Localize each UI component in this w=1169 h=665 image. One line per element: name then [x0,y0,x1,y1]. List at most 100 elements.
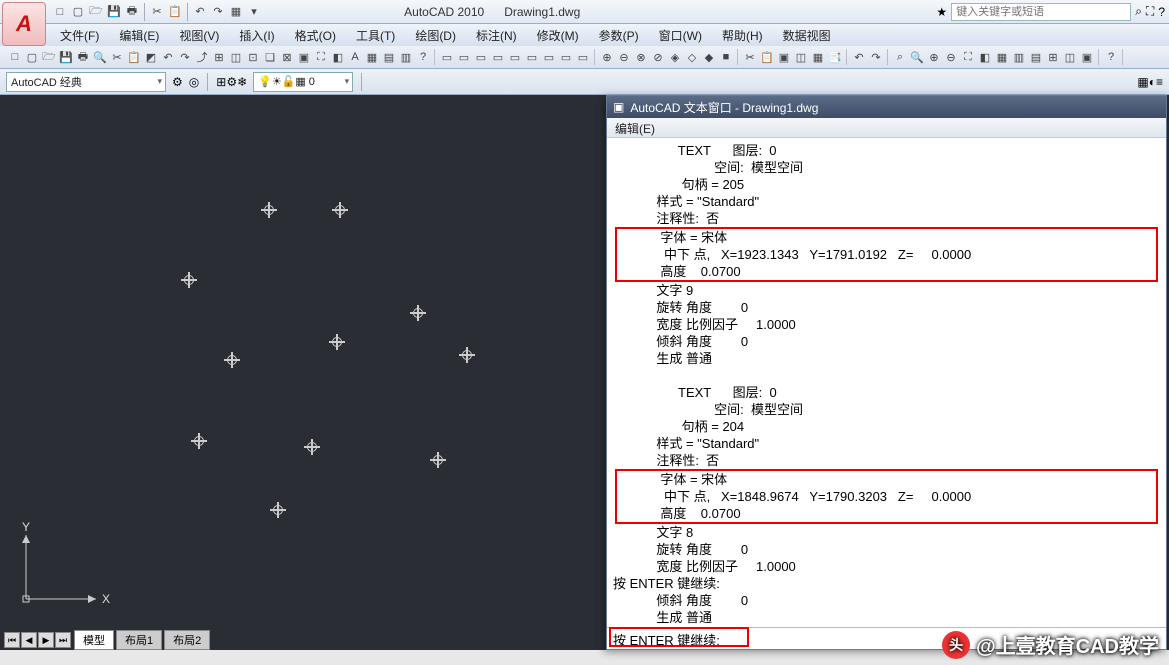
tab-model[interactable]: 模型 [74,630,114,650]
toolbar-r2f-8-icon[interactable]: ▤ [1028,49,1044,65]
workspace-combo[interactable]: AutoCAD 经典 [6,72,166,92]
toolbar-r2a-10-icon[interactable]: ↷ [177,49,193,65]
layer-tool-0-icon[interactable]: ⊞ [216,75,226,89]
toolbar-r2c-1-icon[interactable]: ⊖ [616,49,632,65]
qat-save-icon[interactable]: 💾 [106,4,122,20]
menu-dataview[interactable]: 数据视图 [773,24,841,47]
toolbar-r2f-2-icon[interactable]: ⊕ [926,49,942,65]
menu-dimension[interactable]: 标注(N) [466,24,527,47]
props-tool-2-icon[interactable]: ≡ [1156,75,1163,89]
qat-paste-icon[interactable]: 📋 [167,4,183,20]
toolbar-r2f-11-icon[interactable]: ▣ [1079,49,1095,65]
toolbar-r2a-17-icon[interactable]: ▣ [296,49,312,65]
tab-next-icon[interactable]: ▶ [38,632,54,648]
menu-help[interactable]: 帮助(H) [712,24,773,47]
text-window-body[interactable]: TEXT 图层: 0 空间: 模型空间 句柄 = 205 样式 = "Stand… [607,138,1166,627]
toolbar-r2b-7-icon[interactable]: ▭ [558,49,574,65]
layer-tool-2-icon[interactable]: ❄ [237,75,247,89]
qat-sheet-icon[interactable]: ▢ [70,4,86,20]
toolbar-r2a-24-icon[interactable]: ? [415,49,431,65]
toolbar-r2a-19-icon[interactable]: ◧ [330,49,346,65]
toolbar-r2f-10-icon[interactable]: ◫ [1062,49,1078,65]
toolbar-r2a-16-icon[interactable]: ⊠ [279,49,295,65]
toolbar-r2c-2-icon[interactable]: ⊗ [633,49,649,65]
text-window-titlebar[interactable]: ▣ AutoCAD 文本窗口 - Drawing1.dwg [607,96,1166,118]
menu-view[interactable]: 视图(V) [169,24,229,47]
menu-file[interactable]: 文件(F) [50,24,109,47]
qat-print-icon[interactable]: 🖶 [124,4,140,20]
qat-new-icon[interactable]: □ [52,4,68,20]
toolbar-r2c-3-icon[interactable]: ⊘ [650,49,666,65]
infocenter-icon[interactable]: ★ [936,5,947,19]
toolbar-r2a-7-icon[interactable]: 📋 [126,49,142,65]
qat-cut-icon[interactable]: ✂ [149,4,165,20]
search-input[interactable] [951,3,1131,21]
menu-insert[interactable]: 插入(I) [229,24,284,47]
toolbar-r2f-7-icon[interactable]: ▥ [1011,49,1027,65]
toolbar-r2d-1-icon[interactable]: 📋 [759,49,775,65]
toolbar-r2a-3-icon[interactable]: 💾 [58,49,74,65]
toolbar-r2c-5-icon[interactable]: ◇ [684,49,700,65]
toolbar-r2f-5-icon[interactable]: ◧ [977,49,993,65]
toolbar-r2d-0-icon[interactable]: ✂ [742,49,758,65]
toolbar-r2f-6-icon[interactable]: ▦ [994,49,1010,65]
toolbar-r2a-8-icon[interactable]: ◩ [143,49,159,65]
toolbar-r2a-20-icon[interactable]: A [347,49,363,65]
toolbar-r2a-22-icon[interactable]: ▤ [381,49,397,65]
toolbar-r2a-6-icon[interactable]: ✂ [109,49,125,65]
menu-format[interactable]: 格式(O) [285,24,346,47]
toolbar-r2a-12-icon[interactable]: ⊞ [211,49,227,65]
toolbar-r2a-13-icon[interactable]: ◫ [228,49,244,65]
toolbar-r2b-0-icon[interactable]: ▭ [439,49,455,65]
app-menu-button[interactable]: A [2,2,46,46]
toolbar-r2b-2-icon[interactable]: ▭ [473,49,489,65]
qat-redo-icon[interactable]: ↷ [210,4,226,20]
qat-more-icon[interactable]: ▦ [228,4,244,20]
toolbar-r2a-14-icon[interactable]: ⊡ [245,49,261,65]
toolbar-r2a-21-icon[interactable]: ▦ [364,49,380,65]
toolbar-r2a-4-icon[interactable]: 🖶 [75,49,91,65]
toolbar-r2f-4-icon[interactable]: ⛶ [960,49,976,65]
toolbar-r2c-6-icon[interactable]: ◆ [701,49,717,65]
layer-combo[interactable]: 💡☀🔓▦ 0 [253,72,353,92]
layer-tool-1-icon[interactable]: ⚙ [226,75,237,89]
qat-undo-icon[interactable]: ↶ [192,4,208,20]
tab-last-icon[interactable]: ⏭ [55,632,71,648]
qat-dropdown-icon[interactable]: ▾ [246,4,262,20]
toolbar-r2f-9-icon[interactable]: ⊞ [1045,49,1061,65]
toolbar-r2d-5-icon[interactable]: 📑 [827,49,843,65]
toolbar-r2d-2-icon[interactable]: ▣ [776,49,792,65]
props-tool-1-icon[interactable]: ◐ [1149,75,1156,89]
qat-open-icon[interactable]: 🗁 [88,4,104,20]
menu-edit[interactable]: 编辑(E) [109,24,169,47]
toolbar-r2c-0-icon[interactable]: ⊕ [599,49,615,65]
toolbar-r2b-3-icon[interactable]: ▭ [490,49,506,65]
toolbar-r2a-23-icon[interactable]: ▥ [398,49,414,65]
toolbar-r2b-5-icon[interactable]: ▭ [524,49,540,65]
toolbar-r2e-1-icon[interactable]: ↷ [868,49,884,65]
tab-first-icon[interactable]: ⏮ [4,632,20,648]
toolbar-r2b-1-icon[interactable]: ▭ [456,49,472,65]
toolbar-r2g-0-icon[interactable]: ? [1103,49,1119,65]
toolbar-r2a-5-icon[interactable]: 🔍 [92,49,108,65]
toolbar-r2a-15-icon[interactable]: ❏ [262,49,278,65]
menu-tools[interactable]: 工具(T) [346,24,405,47]
tab-layout2[interactable]: 布局2 [164,630,210,650]
toolbar-r2a-1-icon[interactable]: ▢ [24,49,40,65]
toolbar-r2a-0-icon[interactable]: □ [7,49,23,65]
toolbar-r2f-0-icon[interactable]: ⌕ [892,49,908,65]
toolbar-r2a-2-icon[interactable]: 🗁 [41,49,57,65]
search-go-icon[interactable]: ⌕ [1135,4,1142,19]
menu-parametric[interactable]: 参数(P) [589,24,649,47]
text-window-edit-menu[interactable]: 编辑(E) [615,122,655,136]
toolbar-r2d-4-icon[interactable]: ▦ [810,49,826,65]
toolbar-r2a-18-icon[interactable]: ⛶ [313,49,329,65]
toolbar-r2b-6-icon[interactable]: ▭ [541,49,557,65]
menu-draw[interactable]: 绘图(D) [405,24,466,47]
toolbar-r2d-3-icon[interactable]: ◫ [793,49,809,65]
tab-prev-icon[interactable]: ◀ [21,632,37,648]
props-tool-0-icon[interactable]: ▦ [1137,75,1148,89]
workspace-save-icon[interactable]: ◎ [189,75,199,89]
help-icon[interactable]: ? [1158,5,1165,19]
tab-layout1[interactable]: 布局1 [116,630,162,650]
